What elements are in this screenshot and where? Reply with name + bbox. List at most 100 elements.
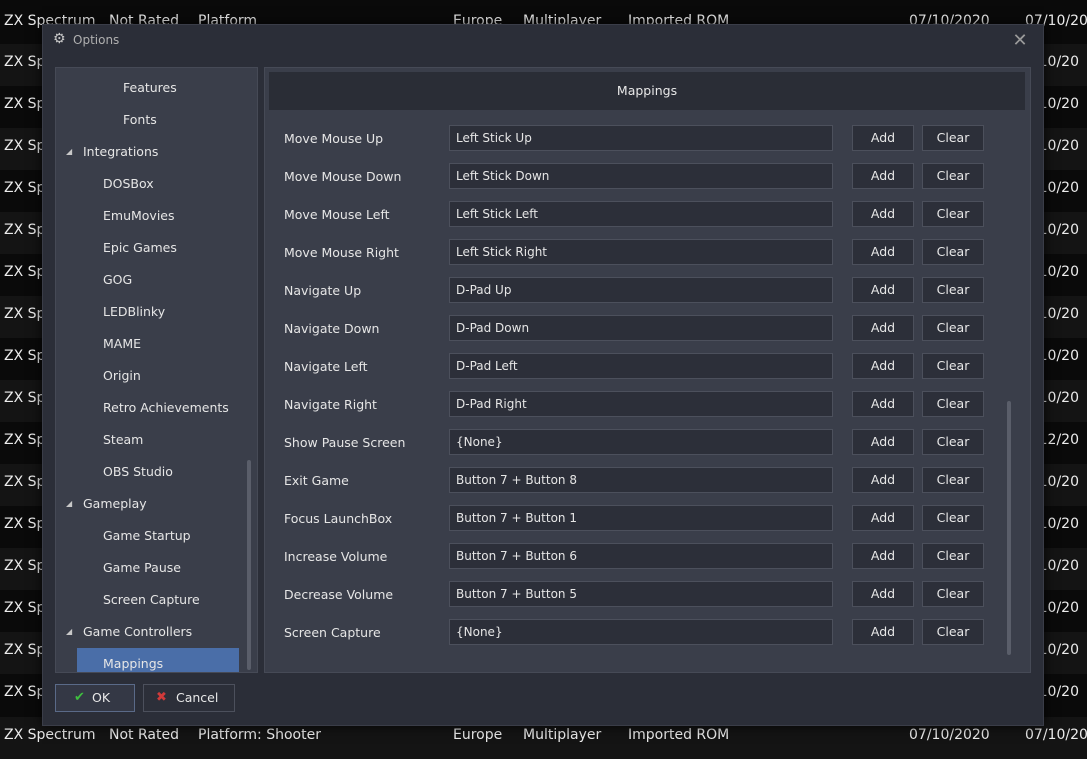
clear-mapping-button[interactable]: Clear: [922, 543, 984, 569]
add-mapping-button[interactable]: Add: [852, 429, 914, 455]
sidebar-item-label: Game Startup: [103, 528, 191, 543]
add-mapping-button[interactable]: Add: [852, 467, 914, 493]
add-mapping-button[interactable]: Add: [852, 277, 914, 303]
clear-mapping-button[interactable]: Clear: [922, 239, 984, 265]
mapping-binding-field[interactable]: Button 7 + Button 1: [449, 505, 833, 531]
add-mapping-button[interactable]: Add: [852, 581, 914, 607]
sidebar-item-label: Screen Capture: [103, 592, 200, 607]
sidebar-item-origin[interactable]: Origin: [77, 360, 239, 392]
mapping-action-label: Move Mouse Up: [284, 131, 384, 146]
clear-mapping-button[interactable]: Clear: [922, 581, 984, 607]
sidebar-item-obs-studio[interactable]: OBS Studio: [77, 456, 239, 488]
add-mapping-button[interactable]: Add: [852, 353, 914, 379]
sidebar-item-screen-capture[interactable]: Screen Capture: [77, 584, 239, 616]
sidebar-item-integrations[interactable]: ◢ Integrations: [56, 136, 236, 168]
sidebar-item-gameplay[interactable]: ◢ Gameplay: [56, 488, 236, 520]
mapping-binding-field[interactable]: {None}: [449, 429, 833, 455]
sidebar-item-fonts[interactable]: Fonts: [77, 104, 239, 136]
sidebar-item-game-controllers[interactable]: ◢ Game Controllers: [56, 616, 236, 648]
close-icon[interactable]: ✕: [1009, 31, 1031, 51]
clear-mapping-button[interactable]: Clear: [922, 429, 984, 455]
clear-mapping-button[interactable]: Clear: [922, 505, 984, 531]
ok-button[interactable]: ✔ OK: [55, 684, 135, 712]
sidebar-item-game-startup[interactable]: Game Startup: [77, 520, 239, 552]
mapping-row: Screen Capture {None} Add Clear: [265, 618, 1030, 648]
add-mapping-button[interactable]: Add: [852, 201, 914, 227]
mapping-binding-field[interactable]: Left Stick Right: [449, 239, 833, 265]
dialog-title: Options: [73, 33, 120, 47]
add-mapping-button[interactable]: Add: [852, 505, 914, 531]
add-mapping-button[interactable]: Add: [852, 125, 914, 151]
gear-icon: ⚙: [53, 31, 66, 47]
mapping-binding-field[interactable]: D-Pad Up: [449, 277, 833, 303]
mapping-row: Increase Volume Button 7 + Button 6 Add Cle…: [265, 542, 1030, 572]
add-mapping-button[interactable]: Add: [852, 163, 914, 189]
sidebar-item-label: Steam: [103, 432, 144, 447]
sidebar-item-label: Retro Achievements: [103, 400, 229, 415]
sidebar-scrollbar[interactable]: [247, 460, 251, 670]
clear-mapping-button[interactable]: Clear: [922, 353, 984, 379]
cancel-button[interactable]: ✖ Cancel: [143, 684, 235, 712]
mapping-binding-field[interactable]: D-Pad Left: [449, 353, 833, 379]
clear-mapping-button[interactable]: Clear: [922, 391, 984, 417]
mapping-binding-field[interactable]: D-Pad Down: [449, 315, 833, 341]
mapping-action-label: Move Mouse Down: [284, 169, 402, 184]
sidebar-item-label: Features: [123, 80, 177, 95]
mapping-action-label: Increase Volume: [284, 549, 388, 564]
add-mapping-button[interactable]: Add: [852, 543, 914, 569]
background-cell-play-mode: Multiplayer: [523, 727, 602, 743]
sidebar-item-mame[interactable]: MAME: [77, 328, 239, 360]
mapping-action-label: Navigate Right: [284, 397, 377, 412]
expand-arrow-icon[interactable]: ◢: [66, 488, 72, 520]
sidebar-item-gog[interactable]: GOG: [77, 264, 239, 296]
sidebar-item-mappings[interactable]: Mappings: [77, 648, 239, 672]
add-mapping-button[interactable]: Add: [852, 619, 914, 645]
sidebar-item-features[interactable]: Features: [77, 72, 239, 104]
background-cell-region: Europe: [453, 727, 503, 743]
clear-mapping-button[interactable]: Clear: [922, 467, 984, 493]
sidebar-item-label: Mappings: [103, 656, 164, 671]
check-icon: ✔: [74, 690, 85, 705]
mapping-row: Navigate Up D-Pad Up Add Clear: [265, 276, 1030, 306]
panel-scrollbar[interactable]: [1007, 401, 1011, 655]
mapping-row: Move Mouse Up Left Stick Up Add Clear: [265, 124, 1030, 154]
expand-arrow-icon[interactable]: ◢: [66, 136, 72, 168]
sidebar-item-emumovies[interactable]: EmuMovies: [77, 200, 239, 232]
mapping-binding-field[interactable]: Left Stick Left: [449, 201, 833, 227]
sidebar-item-label: DOSBox: [103, 176, 154, 191]
mapping-row: Navigate Right D-Pad Right Add Clear: [265, 390, 1030, 420]
mapping-binding-field[interactable]: Button 7 + Button 6: [449, 543, 833, 569]
mapping-binding-field[interactable]: Left Stick Up: [449, 125, 833, 151]
sidebar-item-epic-games[interactable]: Epic Games: [77, 232, 239, 264]
sidebar-item-ledblinky[interactable]: LEDBlinky: [77, 296, 239, 328]
mappings-panel: Mappings Move Mouse Up Left Stick Up Add Cl…: [264, 67, 1031, 673]
add-mapping-button[interactable]: Add: [852, 391, 914, 417]
mapping-binding-field[interactable]: Left Stick Down: [449, 163, 833, 189]
clear-mapping-button[interactable]: Clear: [922, 315, 984, 341]
add-mapping-button[interactable]: Add: [852, 315, 914, 341]
options-dialog: ⚙ Options ✕ Features Fonts ◢ Integrations DO…: [42, 24, 1044, 726]
sidebar-item-dosbox[interactable]: DOSBox: [77, 168, 239, 200]
clear-mapping-button[interactable]: Clear: [922, 619, 984, 645]
sidebar-item-steam[interactable]: Steam: [77, 424, 239, 456]
expand-arrow-icon[interactable]: ◢: [66, 616, 72, 648]
add-mapping-button[interactable]: Add: [852, 239, 914, 265]
clear-mapping-button[interactable]: Clear: [922, 163, 984, 189]
mapping-binding-field[interactable]: Button 7 + Button 8: [449, 467, 833, 493]
mapping-binding-field[interactable]: {None}: [449, 619, 833, 645]
clear-mapping-button[interactable]: Clear: [922, 201, 984, 227]
mapping-action-label: Move Mouse Left: [284, 207, 390, 222]
cancel-label: Cancel: [176, 690, 219, 705]
mapping-row: Focus LaunchBox Button 7 + Button 1 Add Cle…: [265, 504, 1030, 534]
ok-label: OK: [92, 690, 111, 705]
mapping-row: Decrease Volume Button 7 + Button 5 Add Cle…: [265, 580, 1030, 610]
sidebar-item-retro-achievements[interactable]: Retro Achievements: [77, 392, 239, 424]
clear-mapping-button[interactable]: Clear: [922, 125, 984, 151]
background-cell-source: Imported ROM: [628, 727, 730, 743]
mapping-binding-field[interactable]: Button 7 + Button 5: [449, 581, 833, 607]
clear-mapping-button[interactable]: Clear: [922, 277, 984, 303]
mapping-binding-field[interactable]: D-Pad Right: [449, 391, 833, 417]
sidebar-item-game-pause[interactable]: Game Pause: [77, 552, 239, 584]
sidebar-item-label: Game Controllers: [83, 624, 193, 639]
sidebar-item-label: Gameplay: [83, 496, 147, 511]
